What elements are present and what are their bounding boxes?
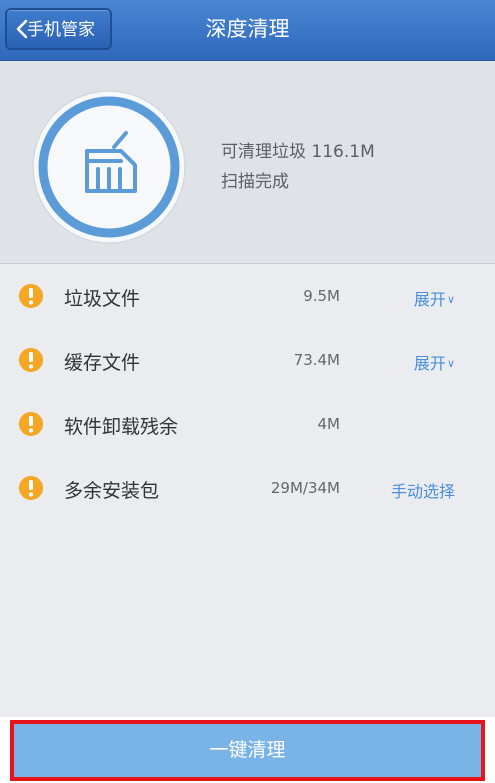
- chevron-down-icon: ∨: [446, 293, 455, 306]
- warning-icon: [19, 476, 43, 500]
- warning-icon: [19, 412, 43, 436]
- expand-button-label: 展开: [413, 354, 446, 373]
- list-item-label: 软件卸载残余: [64, 416, 179, 438]
- warning-icon: [19, 284, 43, 308]
- broom-icon: [32, 90, 186, 244]
- page-title: 深度清理: [205, 17, 290, 41]
- list-item-label: 缓存文件: [64, 352, 141, 374]
- list-item-size: 9.5M: [303, 287, 340, 305]
- list-item-redundant-packages[interactable]: 多余安装包 29M/34M 手动选择: [0, 456, 495, 520]
- list-item-label: 多余安装包: [64, 480, 160, 502]
- expand-button-label: 展开: [413, 290, 446, 309]
- scan-status-text: 扫描完成: [221, 172, 289, 192]
- list-item-size: 73.4M: [293, 351, 340, 369]
- list-item-size: 29M/34M: [270, 479, 340, 497]
- list-item-junk-files[interactable]: 垃圾文件 9.5M 展开∨: [0, 264, 495, 328]
- cleanable-size-text: 可清理垃圾 116.1M: [221, 142, 375, 162]
- scan-summary: 可清理垃圾 116.1M 扫描完成: [0, 61, 495, 264]
- expand-button[interactable]: 展开∨: [414, 350, 455, 374]
- one-click-clean-button[interactable]: 一键清理: [10, 720, 485, 781]
- expand-button[interactable]: 展开∨: [414, 286, 455, 310]
- manual-select-button[interactable]: 手动选择: [391, 478, 455, 502]
- title-bar: 手机管家 深度清理: [0, 0, 495, 61]
- chevron-down-icon: ∨: [446, 357, 455, 370]
- list-item-label: 垃圾文件: [64, 288, 141, 310]
- footer-bar: 一键清理: [0, 717, 495, 783]
- list-item-uninstall-residue[interactable]: 软件卸载残余 4M: [0, 392, 495, 456]
- junk-category-list: 垃圾文件 9.5M 展开∨ 缓存文件 73.4M 展开∨ 软件卸载残余 4M 多…: [0, 264, 495, 520]
- list-item-cache-files[interactable]: 缓存文件 73.4M 展开∨: [0, 328, 495, 392]
- list-item-size: 4M: [317, 415, 341, 433]
- warning-icon: [19, 348, 43, 372]
